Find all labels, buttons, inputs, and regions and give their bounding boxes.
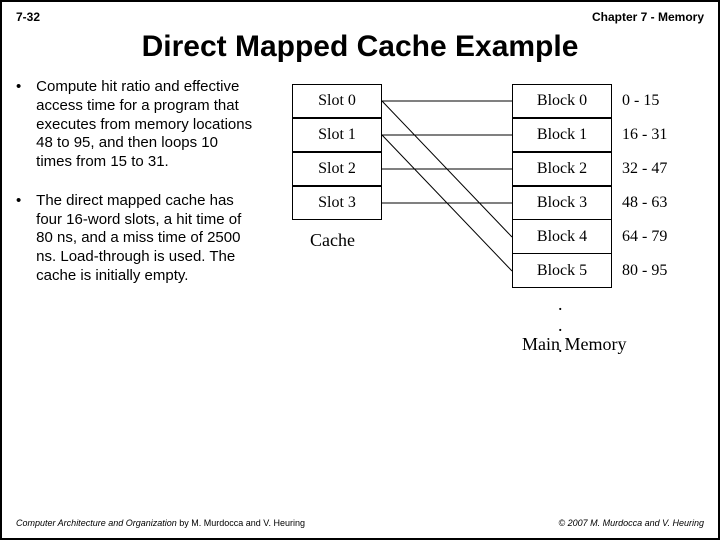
memory-block-0: Block 0 bbox=[512, 84, 612, 118]
cache-slot-2: Slot 2 bbox=[292, 152, 382, 186]
bullet-dot: • bbox=[16, 192, 32, 211]
cache-label: Cache bbox=[310, 230, 355, 251]
addr-range-0: 0 - 15 bbox=[622, 92, 659, 110]
main-memory-label: Main Memory bbox=[522, 334, 626, 355]
memory-block-1: Block 1 bbox=[512, 118, 612, 152]
slide: 7-32 Chapter 7 - Memory Direct Mapped Ca… bbox=[0, 0, 720, 540]
memory-block-5: Block 5 bbox=[512, 254, 612, 288]
slide-body: • Compute hit ratio and effective access… bbox=[16, 78, 704, 438]
addr-range-5: 80 - 95 bbox=[622, 262, 667, 280]
bullet-text: Compute hit ratio and effective access t… bbox=[36, 78, 256, 172]
slide-footer: Computer Architecture and Organization b… bbox=[16, 518, 704, 528]
memory-block-4: Block 4 bbox=[512, 220, 612, 254]
slide-title: Direct Mapped Cache Example bbox=[16, 30, 704, 64]
slide-header: 7-32 Chapter 7 - Memory bbox=[16, 10, 704, 24]
memory-block-2: Block 2 bbox=[512, 152, 612, 186]
text-column: • Compute hit ratio and effective access… bbox=[16, 78, 272, 438]
cache-slot-0: Slot 0 bbox=[292, 84, 382, 118]
cache-slot-1: Slot 1 bbox=[292, 118, 382, 152]
addr-range-3: 48 - 63 bbox=[622, 194, 667, 212]
figure-cache-mapping: Slot 0 Slot 1 Slot 2 Slot 3 Cache Block … bbox=[272, 78, 692, 438]
addr-range-1: 16 - 31 bbox=[622, 126, 667, 144]
memory-block-3: Block 3 bbox=[512, 186, 612, 220]
bullet-2: • The direct mapped cache has four 16-wo… bbox=[16, 192, 266, 286]
bullet-1: • Compute hit ratio and effective access… bbox=[16, 78, 266, 172]
chapter-label: Chapter 7 - Memory bbox=[592, 10, 704, 24]
bullet-text: The direct mapped cache has four 16-word… bbox=[36, 192, 256, 286]
footer-book-title: Computer Architecture and Organization bbox=[16, 518, 177, 528]
footer-copyright: © 2007 M. Murdocca and V. Heuring bbox=[558, 518, 704, 528]
bullet-dot: • bbox=[16, 78, 32, 97]
addr-range-4: 64 - 79 bbox=[622, 228, 667, 246]
footer-book: Computer Architecture and Organization b… bbox=[16, 518, 305, 528]
page-number: 7-32 bbox=[16, 10, 40, 24]
cache-slot-3: Slot 3 bbox=[292, 186, 382, 220]
addr-range-2: 32 - 47 bbox=[622, 160, 667, 178]
footer-authors: by M. Murdocca and V. Heuring bbox=[179, 518, 305, 528]
